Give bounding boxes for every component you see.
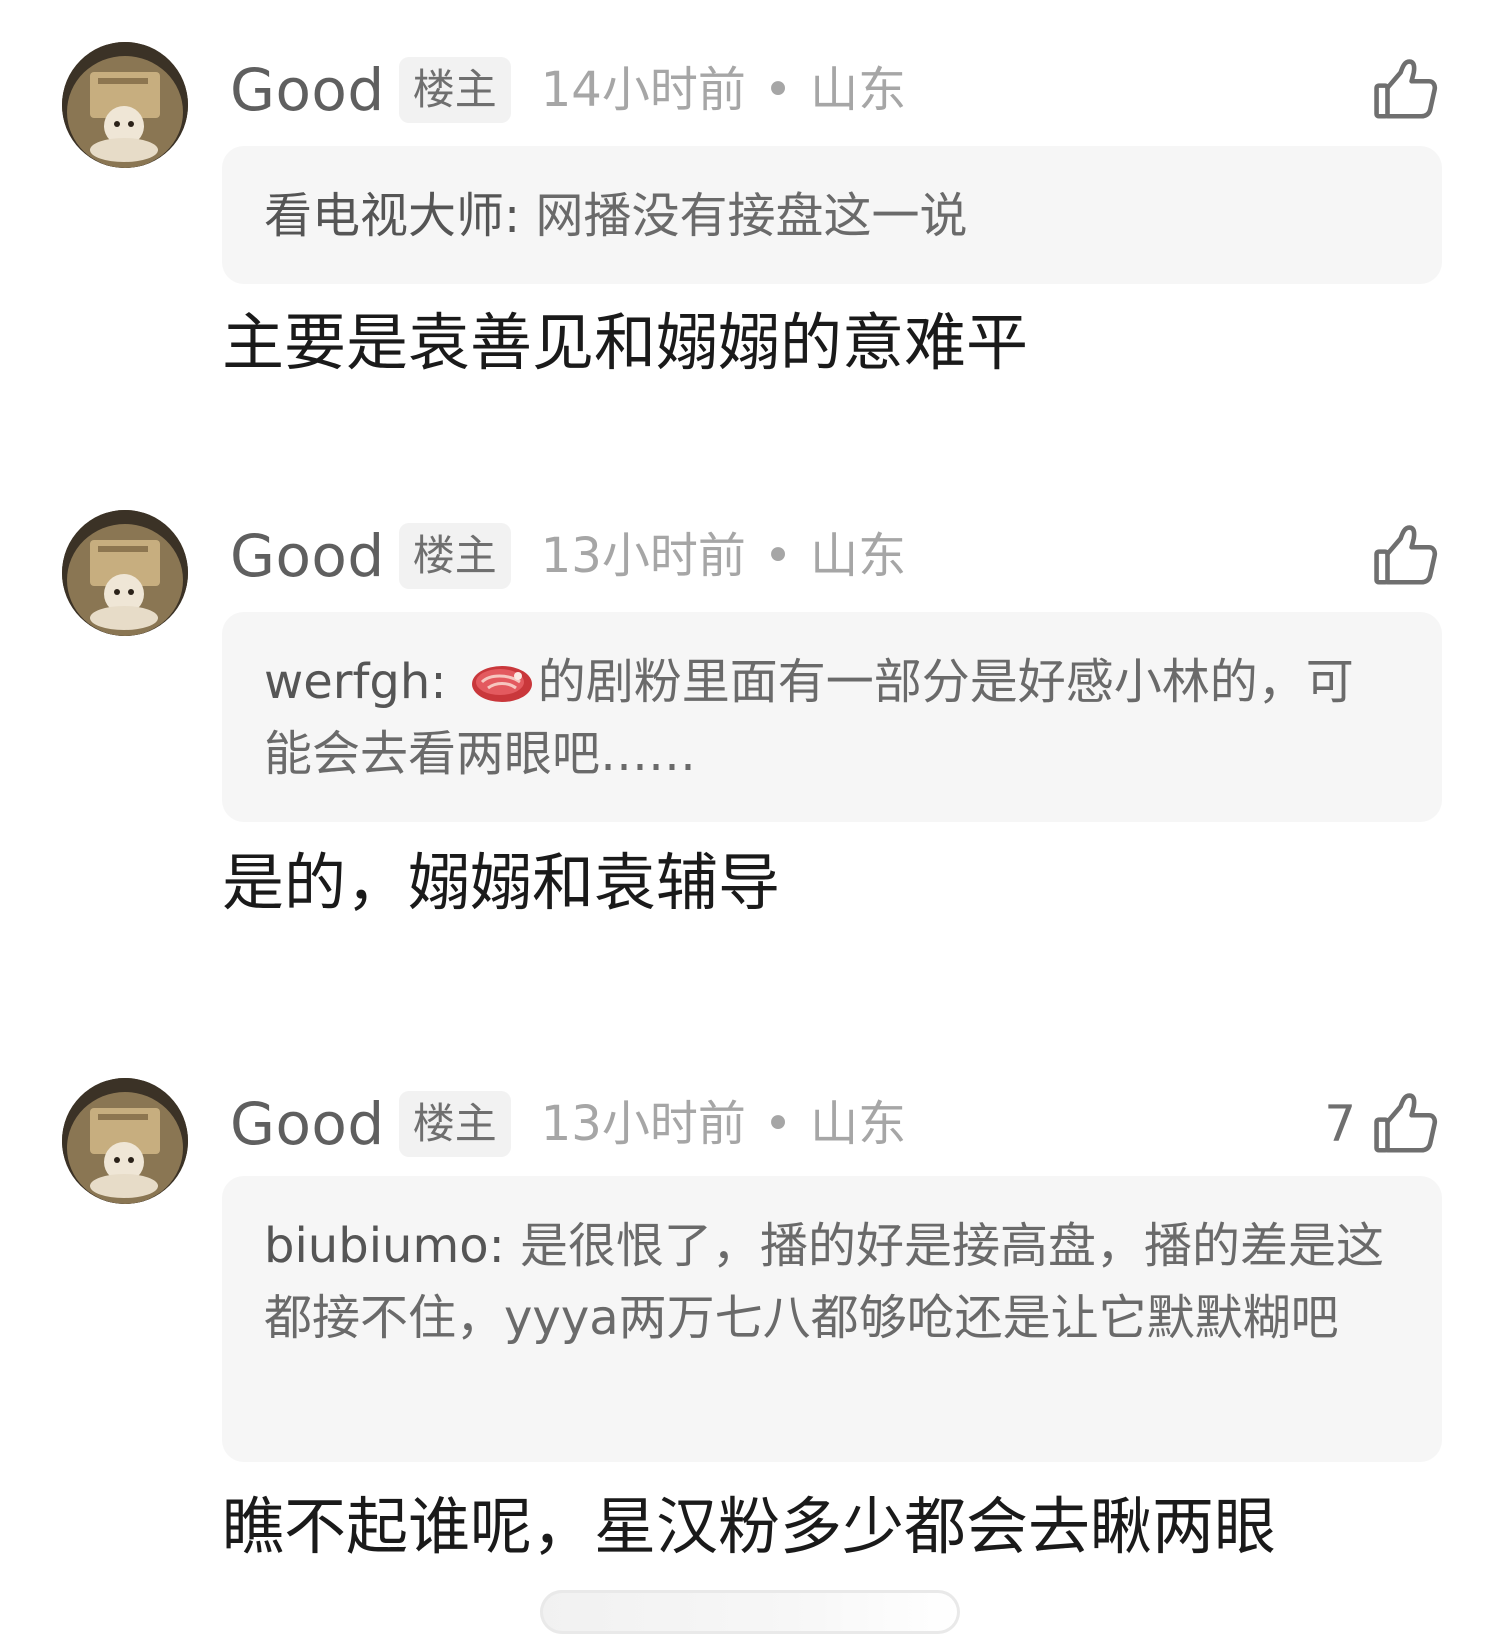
scroll-indicator	[540, 1590, 960, 1634]
quoted-username[interactable]: werfgh	[264, 654, 430, 710]
location: 山东	[810, 528, 907, 584]
reply-text: 是的，嫋嫋和袁辅导	[222, 846, 781, 919]
quoted-username[interactable]: biubiumo	[264, 1218, 489, 1274]
avatar[interactable]	[62, 42, 188, 168]
like-count: 7	[1324, 1095, 1356, 1153]
comment-header: Good 楼主 13小时前 • 山东	[230, 520, 1440, 592]
reply-text: 瞧不起谁呢，星汉粉多少都会去瞅两眼	[222, 1490, 1277, 1563]
like-button[interactable]	[1356, 55, 1440, 125]
comment-meta: 13小时前 • 山东	[541, 1100, 906, 1148]
reply-text: 主要是袁善见和嫋嫋的意难平	[222, 306, 1029, 379]
steak-emoji	[471, 666, 532, 702]
comment-meta: 14小时前 • 山东	[541, 66, 906, 114]
quoted-comment[interactable]: werfgh: 的剧粉里面有一部分是好感小林的，可能会去看两眼吧……	[222, 612, 1442, 822]
quoted-comment[interactable]: 看电视大师: 网播没有接盘这一说	[222, 146, 1442, 284]
meta-separator: •	[763, 62, 793, 118]
thumbs-up-icon	[1370, 1089, 1440, 1159]
avatar-image	[62, 510, 188, 636]
quote-separator: :	[504, 188, 536, 244]
thumbs-up-icon	[1370, 55, 1440, 125]
like-button[interactable]	[1356, 521, 1440, 591]
avatar[interactable]	[62, 510, 188, 636]
username[interactable]: Good	[230, 61, 385, 119]
quote-separator: :	[488, 1218, 521, 1274]
like-button[interactable]: 7	[1324, 1089, 1440, 1159]
comment-header: Good 楼主 13小时前 • 山东 7	[230, 1088, 1440, 1160]
op-badge: 楼主	[398, 523, 511, 589]
location: 山东	[810, 1096, 907, 1152]
thumbs-up-icon	[1370, 521, 1440, 591]
quoted-username[interactable]: 看电视大师	[264, 188, 504, 244]
location: 山东	[810, 62, 907, 118]
username[interactable]: Good	[230, 527, 385, 585]
avatar[interactable]	[62, 1078, 188, 1204]
timestamp: 13小时前	[540, 1096, 746, 1152]
timestamp: 13小时前	[540, 528, 746, 584]
comment-header: Good 楼主 14小时前 • 山东	[230, 54, 1440, 126]
username[interactable]: Good	[230, 1095, 385, 1153]
timestamp: 14小时前	[540, 62, 746, 118]
op-badge: 楼主	[398, 1091, 511, 1157]
avatar-image	[62, 1078, 188, 1204]
meta-separator: •	[763, 528, 793, 584]
quote-separator: :	[430, 654, 462, 710]
meta-separator: •	[763, 1096, 793, 1152]
avatar-image	[62, 42, 188, 168]
op-badge: 楼主	[398, 57, 511, 123]
comment-meta: 13小时前 • 山东	[541, 532, 906, 580]
quoted-text: 网播没有接盘这一说	[535, 188, 968, 244]
quoted-comment[interactable]: biubiumo: 是很恨了，播的好是接高盘，播的差是这都接不住，yyya两万七…	[222, 1176, 1442, 1462]
